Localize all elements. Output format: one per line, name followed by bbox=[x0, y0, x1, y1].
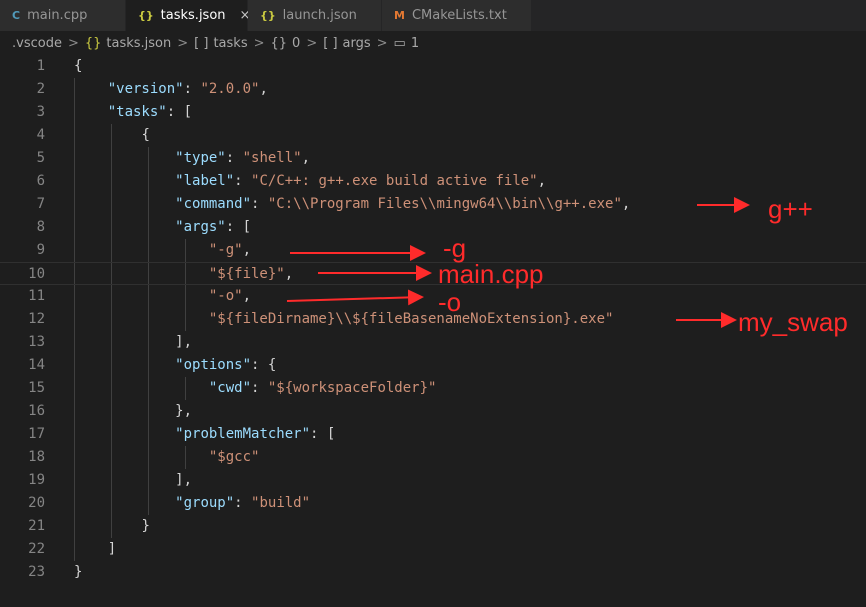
annotation-label: main.cpp bbox=[438, 259, 544, 289]
annotation-label: -o bbox=[438, 287, 462, 317]
arrow-line bbox=[286, 289, 424, 306]
annotation-label: g++ bbox=[768, 194, 813, 224]
annotation-arrows bbox=[286, 197, 750, 328]
annotation-label: my_swap bbox=[738, 307, 848, 337]
